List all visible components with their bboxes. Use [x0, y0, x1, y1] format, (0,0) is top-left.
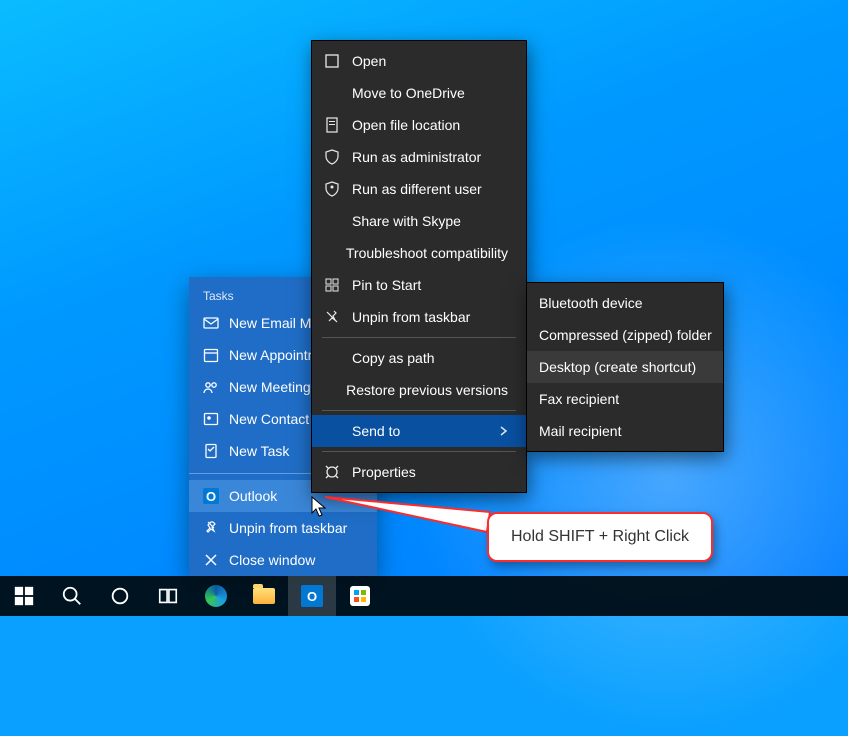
unpin-icon [324, 309, 340, 325]
ctx-item-label: Open [352, 53, 386, 69]
ctx-item-label: Desktop (create shortcut) [539, 359, 696, 375]
start-button[interactable] [0, 576, 48, 616]
ctx-item-label: Send to [352, 423, 400, 439]
submenu-arrow-icon [500, 423, 508, 439]
taskbar-app-explorer[interactable] [240, 576, 288, 616]
ctx-item-label: Troubleshoot compatibility [346, 245, 508, 261]
instruction-callout: Hold SHIFT + Right Click [487, 512, 713, 562]
jumplist-close-window[interactable]: Close window [189, 544, 377, 576]
meeting-icon [203, 379, 219, 395]
folder-location-icon [324, 117, 340, 133]
context-menu: Open Move to OneDrive Open file location… [311, 40, 527, 493]
ctx-share-skype[interactable]: Share with Skype [312, 205, 526, 237]
blank-icon [324, 85, 340, 101]
store-icon [350, 586, 370, 606]
file-explorer-icon [253, 588, 275, 604]
properties-icon [324, 464, 340, 480]
jumplist-item-label: New Task [229, 443, 289, 459]
outlook-icon [301, 585, 323, 607]
calendar-icon [203, 347, 219, 363]
ctx-separator [322, 451, 516, 452]
ctx-item-label: Open file location [352, 117, 460, 133]
sendto-submenu: Bluetooth device Compressed (zipped) fol… [526, 282, 724, 452]
blank-icon [324, 350, 340, 366]
ctx-run-as-user[interactable]: Run as different user [312, 173, 526, 205]
ctx-unpin-taskbar[interactable]: Unpin from taskbar [312, 301, 526, 333]
unpin-icon [203, 520, 219, 536]
ctx-send-to[interactable]: Send to [312, 415, 526, 447]
ctx-item-label: Move to OneDrive [352, 85, 465, 101]
ctx-open[interactable]: Open [312, 45, 526, 77]
blank-icon [324, 423, 340, 439]
ctx-properties[interactable]: Properties [312, 456, 526, 488]
ctx-separator [322, 337, 516, 338]
mail-icon [203, 315, 219, 331]
taskview-icon [157, 585, 179, 607]
close-icon [203, 552, 219, 568]
ctx-item-label: Run as administrator [352, 149, 481, 165]
ctx-item-label: Pin to Start [352, 277, 421, 293]
sendto-mail[interactable]: Mail recipient [527, 415, 723, 447]
ctx-item-label: Mail recipient [539, 423, 621, 439]
callout-text: Hold SHIFT + Right Click [511, 528, 689, 545]
taskbar-cortana-button[interactable] [96, 576, 144, 616]
ctx-item-label: Unpin from taskbar [352, 309, 470, 325]
ctx-open-file-location[interactable]: Open file location [312, 109, 526, 141]
jumplist-item-label: Unpin from taskbar [229, 520, 347, 536]
search-icon [61, 585, 83, 607]
taskbar-search-button[interactable] [48, 576, 96, 616]
jumplist-item-label: New Meeting [229, 379, 311, 395]
taskbar [0, 576, 848, 616]
desktop[interactable]: Tasks New Email Message New Appointment … [0, 0, 848, 616]
outlook-icon [203, 488, 219, 504]
edge-icon [205, 585, 227, 607]
ctx-item-label: Share with Skype [352, 213, 461, 229]
ctx-troubleshoot[interactable]: Troubleshoot compatibility [312, 237, 526, 269]
ctx-item-label: Bluetooth device [539, 295, 643, 311]
ctx-item-label: Properties [352, 464, 416, 480]
ctx-copy-as-path[interactable]: Copy as path [312, 342, 526, 374]
user-shield-icon [324, 181, 340, 197]
taskbar-app-edge[interactable] [192, 576, 240, 616]
jumplist-item-label: New Contact [229, 411, 309, 427]
taskbar-taskview-button[interactable] [144, 576, 192, 616]
contact-icon [203, 411, 219, 427]
ctx-pin-to-start[interactable]: Pin to Start [312, 269, 526, 301]
ctx-separator [322, 410, 516, 411]
sendto-bluetooth[interactable]: Bluetooth device [527, 287, 723, 319]
ctx-item-label: Compressed (zipped) folder [539, 327, 712, 343]
ctx-restore-versions[interactable]: Restore previous versions [312, 374, 526, 406]
open-icon [324, 53, 340, 69]
ctx-item-label: Run as different user [352, 181, 482, 197]
jumplist-item-label: Close window [229, 552, 315, 568]
blank-icon [324, 382, 334, 398]
ctx-run-as-admin[interactable]: Run as administrator [312, 141, 526, 173]
sendto-compressed[interactable]: Compressed (zipped) folder [527, 319, 723, 351]
task-icon [203, 443, 219, 459]
ctx-item-label: Copy as path [352, 350, 435, 366]
blank-icon [324, 245, 334, 261]
sendto-fax[interactable]: Fax recipient [527, 383, 723, 415]
jumplist-item-label: Outlook [229, 488, 277, 504]
sendto-desktop-shortcut[interactable]: Desktop (create shortcut) [527, 351, 723, 383]
shield-icon [324, 149, 340, 165]
jumplist-unpin[interactable]: Unpin from taskbar [189, 512, 377, 544]
taskbar-app-store[interactable] [336, 576, 384, 616]
ctx-item-label: Fax recipient [539, 391, 619, 407]
blank-icon [324, 213, 340, 229]
pin-icon [324, 277, 340, 293]
ctx-move-onedrive[interactable]: Move to OneDrive [312, 77, 526, 109]
ctx-item-label: Restore previous versions [346, 382, 508, 398]
taskbar-app-outlook[interactable] [288, 576, 336, 616]
windows-logo-icon [13, 585, 35, 607]
cortana-icon [109, 585, 131, 607]
